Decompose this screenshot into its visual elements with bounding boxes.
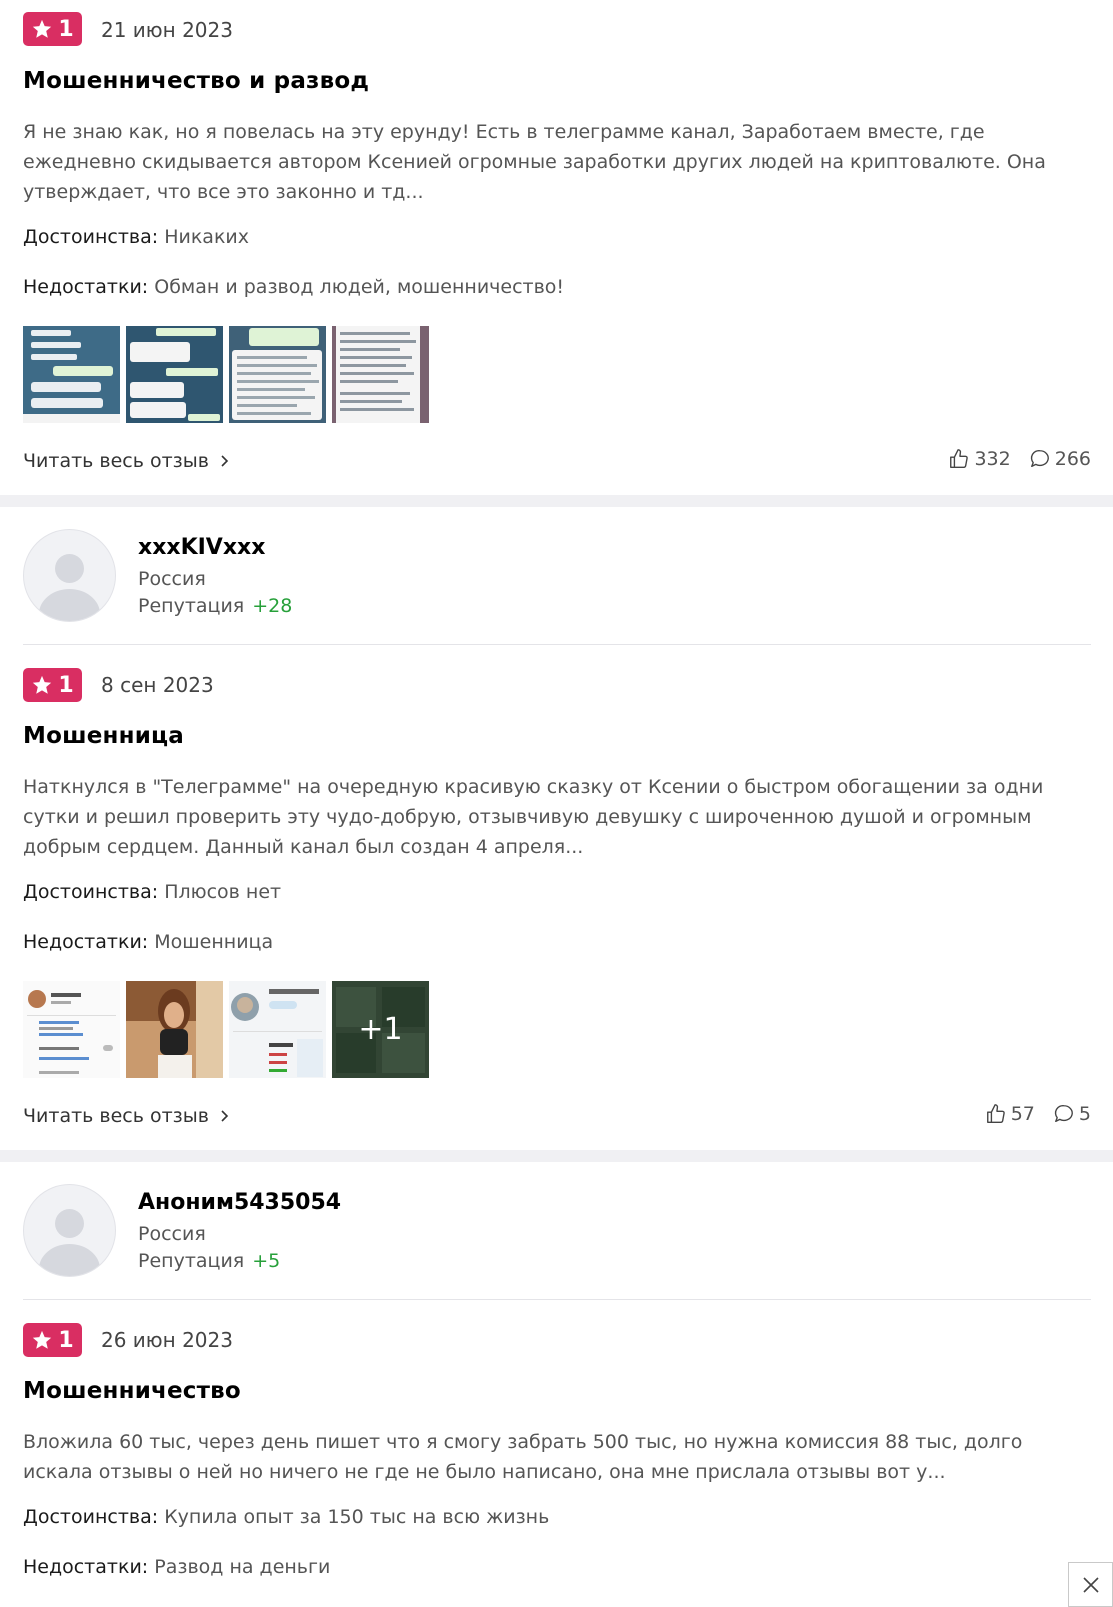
reputation-value: +28 (252, 595, 293, 617)
cons-line: Недостатки: Развод на деньги (23, 1556, 330, 1578)
reputation-label: Репутация (138, 1250, 245, 1272)
cons-label: Недостатки: (23, 931, 149, 953)
rating-value: 1 (58, 1327, 74, 1353)
review-excerpt: Вложила 60 тыс, через день пишет что я с… (23, 1431, 1023, 1483)
photo-thumbnail-more[interactable]: +1 (332, 981, 429, 1078)
review-title[interactable]: Мошенница (23, 723, 184, 749)
review-stats: 57 5 (985, 1103, 1091, 1125)
photo-thumbnail[interactable] (126, 326, 223, 423)
reputation-value: +5 (252, 1250, 281, 1272)
pros-value: Плюсов нет (164, 881, 282, 903)
pros-line: Достоинства: Никаких (23, 226, 249, 248)
review-stats: 332 266 (948, 448, 1091, 470)
close-button[interactable] (1068, 1562, 1113, 1607)
avatar[interactable] (23, 1184, 116, 1277)
read-full-review-link[interactable]: Читать весь отзыв (23, 1105, 229, 1127)
more-photos-count: +1 (332, 981, 429, 1078)
thumbs-up-icon (986, 1104, 1005, 1123)
avatar-body (39, 1244, 100, 1276)
photo-thumbnail[interactable] (229, 326, 326, 423)
chevron-right-icon (221, 1110, 229, 1122)
photo-gallery: +1 (23, 981, 429, 1078)
section-divider (0, 495, 1113, 507)
avatar-placeholder-icon (55, 1209, 84, 1238)
likes-count: 332 (974, 448, 1011, 470)
divider (23, 1299, 1091, 1300)
review-date: 26 июн 2023 (101, 1328, 233, 1352)
photo-thumbnail[interactable] (229, 981, 326, 1078)
read-more-label: Читать весь отзыв (23, 1105, 209, 1127)
pros-label: Достоинства: (23, 1506, 159, 1528)
comment-icon (1054, 1105, 1073, 1123)
avatar-placeholder-icon (55, 554, 84, 583)
comments-button[interactable]: 5 (1053, 1103, 1091, 1125)
author-reputation: Репутация +5 (138, 1250, 280, 1272)
divider (23, 644, 1091, 645)
comments-count: 5 (1078, 1103, 1091, 1125)
photo-thumbnail[interactable] (332, 326, 429, 423)
author-country: Россия (138, 1223, 206, 1245)
pros-line: Достоинства: Плюсов нет (23, 881, 281, 903)
rating-value: 1 (58, 672, 74, 698)
photo-thumbnail[interactable] (23, 326, 120, 423)
pros-label: Достоинства: (23, 881, 159, 903)
comments-button[interactable]: 266 (1029, 448, 1091, 470)
likes-count: 57 (1010, 1103, 1035, 1125)
review-title[interactable]: Мошенничество (23, 1378, 241, 1404)
chevron-right-icon (221, 455, 229, 467)
cons-value: Мошенница (154, 931, 274, 953)
star-icon (33, 1330, 52, 1349)
photo-gallery (23, 326, 429, 423)
pros-value: Купила опыт за 150 тыс на всю жизнь (164, 1506, 550, 1528)
review-date: 21 июн 2023 (101, 18, 233, 42)
rating-value: 1 (58, 16, 74, 42)
cons-line: Недостатки: Мошенница (23, 931, 273, 953)
cons-value: Развод на деньги (154, 1556, 331, 1578)
pros-value: Никаких (164, 226, 250, 248)
author-name[interactable]: Аноним5435054 (138, 1190, 341, 1215)
cons-line: Недостатки: Обман и развод людей, мошенн… (23, 276, 564, 298)
author-reputation: Репутация +28 (138, 595, 292, 617)
close-icon (1082, 1576, 1099, 1593)
photo-thumbnail[interactable] (126, 981, 223, 1078)
author-country: Россия (138, 568, 206, 590)
comments-count: 266 (1054, 448, 1091, 470)
review-excerpt: Я не знаю как, но я повелась на эту ерун… (23, 121, 1046, 203)
pros-line: Достоинства: Купила опыт за 150 тыс на в… (23, 1506, 549, 1528)
author-name[interactable]: xxxKIVxxx (138, 535, 265, 560)
review-title[interactable]: Мошенничество и развод (23, 68, 369, 94)
read-full-review-link[interactable]: Читать весь отзыв (23, 450, 229, 472)
review-date: 8 сен 2023 (101, 673, 214, 697)
photo-thumbnail[interactable] (23, 981, 120, 1078)
avatar-body (39, 589, 100, 621)
rating-badge: 1 (23, 668, 82, 702)
avatar[interactable] (23, 529, 116, 622)
rating-badge: 1 (23, 12, 82, 46)
rating-badge: 1 (23, 1323, 82, 1357)
cons-label: Недостатки: (23, 276, 149, 298)
thumbs-up-icon (950, 449, 969, 468)
likes-button[interactable]: 57 (985, 1103, 1035, 1125)
pros-label: Достоинства: (23, 226, 159, 248)
star-icon (33, 19, 52, 38)
likes-button[interactable]: 332 (948, 448, 1011, 470)
review-excerpt: Наткнулся в "Телеграмме" на очередную кр… (23, 776, 1044, 858)
reputation-label: Репутация (138, 595, 245, 617)
read-more-label: Читать весь отзыв (23, 450, 209, 472)
cons-value: Обман и развод людей, мошенничество! (154, 276, 565, 298)
cons-label: Недостатки: (23, 1556, 149, 1578)
section-divider (0, 1150, 1113, 1162)
star-icon (33, 675, 52, 694)
comment-icon (1030, 450, 1049, 468)
